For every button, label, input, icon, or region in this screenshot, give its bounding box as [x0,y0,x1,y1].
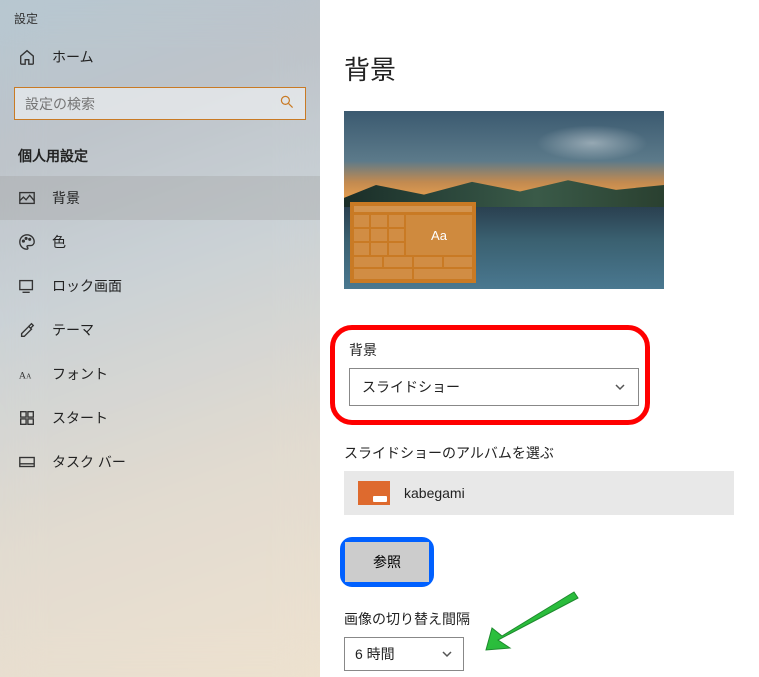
background-type-dropdown[interactable]: スライドショー [349,368,639,406]
section-personalization: 個人用設定 [0,138,320,176]
album-folder-item[interactable]: kabegami [344,471,734,515]
sidebar: 設定 ホーム 個人用設定 背景 色 ロック画面 テーマ [0,0,320,677]
home-icon [18,48,36,66]
search-box[interactable] [14,87,306,120]
palette-icon [18,233,36,251]
nav-fonts[interactable]: AA フォント [0,352,320,396]
nav-label: 背景 [52,188,80,208]
nav-label: ロック画面 [52,276,122,296]
nav-label: タスク バー [52,452,126,472]
preview-sample-text: Aa [406,215,472,255]
nav-background[interactable]: 背景 [0,176,320,220]
chevron-down-icon [441,648,453,660]
nav-label: スタート [52,408,108,428]
background-type-label: 背景 [349,340,631,360]
interval-dropdown[interactable]: 6 時間 [344,637,464,671]
app-title: 設定 [0,0,320,35]
nav-home-label: ホーム [52,47,94,67]
svg-text:A: A [26,373,32,381]
nav-taskbar[interactable]: タスク バー [0,440,320,484]
nav-themes[interactable]: テーマ [0,308,320,352]
main-content: 背景 Aa 背景 スライドショー [320,0,759,677]
search-icon [279,94,295,113]
font-icon: AA [18,365,36,383]
page-title: 背景 [344,50,759,87]
nav-label: 色 [52,232,66,252]
nav-label: テーマ [52,320,94,340]
theme-icon [18,321,36,339]
nav-start[interactable]: スタート [0,396,320,440]
annotation-blue-box: 参照 [340,537,434,587]
nav-home[interactable]: ホーム [0,35,320,79]
background-type-value: スライドショー [362,377,460,397]
desktop-preview: Aa [344,111,664,289]
browse-button[interactable]: 参照 [345,542,429,582]
start-icon [18,409,36,427]
annotation-red-box: 背景 スライドショー [330,325,650,425]
search-input[interactable] [25,96,279,112]
lockscreen-icon [18,277,36,295]
nav-colors[interactable]: 色 [0,220,320,264]
picture-icon [18,189,36,207]
interval-value: 6 時間 [355,644,395,664]
interval-label: 画像の切り替え間隔 [344,609,759,629]
album-folder-name: kabegami [404,485,465,501]
taskbar-icon [18,453,36,471]
preview-start-overlay: Aa [350,202,476,283]
nav-lockscreen[interactable]: ロック画面 [0,264,320,308]
album-label: スライドショーのアルバムを選ぶ [344,443,759,463]
folder-icon [358,481,390,505]
chevron-down-icon [614,381,626,393]
nav-label: フォント [52,364,108,384]
